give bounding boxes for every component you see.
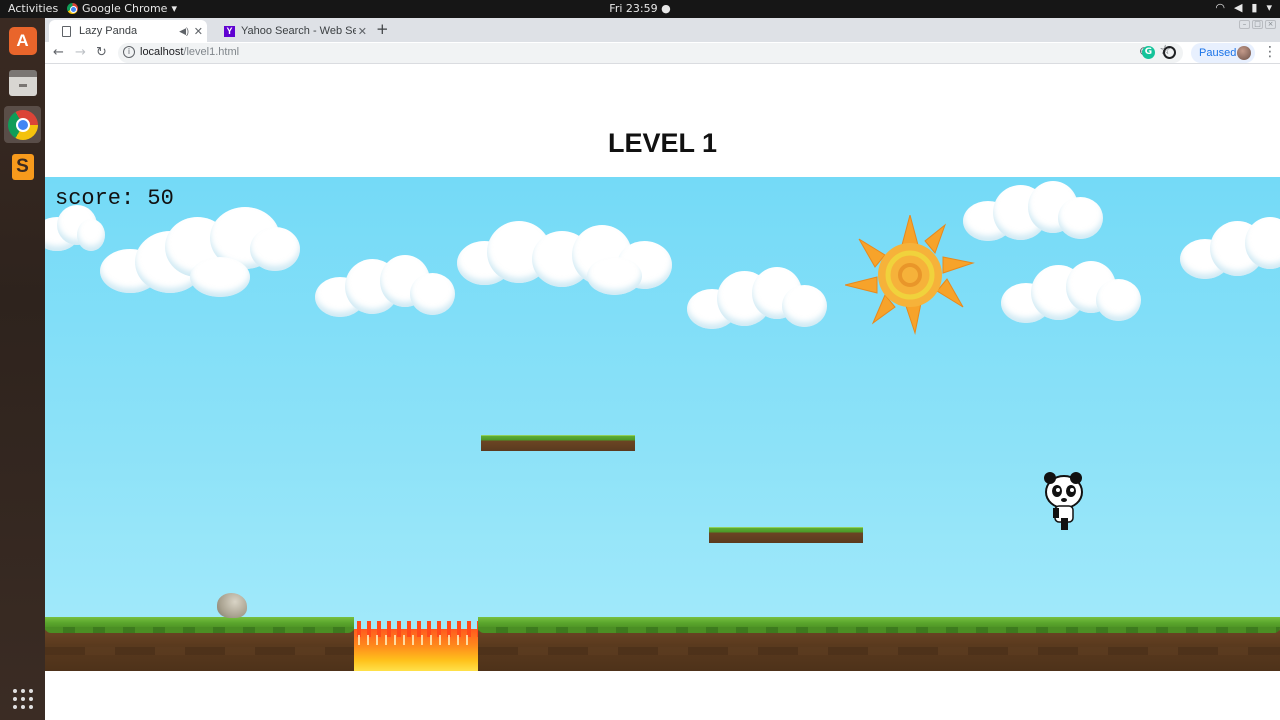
score-display: score: 50 — [55, 186, 174, 211]
page-favicon-icon — [62, 25, 71, 37]
volume-icon: ◀ — [1233, 1, 1243, 14]
game-canvas[interactable]: score: 50 — [45, 177, 1280, 671]
page-title: LEVEL 1 — [607, 128, 718, 158]
minimize-icon[interactable]: – — [1239, 20, 1250, 29]
files-icon — [8, 69, 37, 96]
extension-icon[interactable] — [1163, 46, 1176, 59]
tab-title: Yahoo Search - Web Search — [241, 25, 356, 37]
cloud-sprite — [315, 255, 455, 319]
avatar — [1237, 46, 1251, 60]
maximize-icon[interactable]: □ — [1252, 20, 1263, 29]
profile-paused-label: Paused — [1199, 47, 1237, 59]
chrome-menu-icon[interactable]: ⋮ — [1263, 43, 1277, 61]
files-launcher[interactable] — [4, 64, 41, 101]
cloud-sprite — [687, 267, 827, 331]
grammarly-extension-icon[interactable]: G — [1142, 46, 1155, 59]
yahoo-favicon-icon: Y — [224, 25, 235, 37]
reload-icon[interactable]: ↻ — [96, 44, 107, 62]
close-tab-icon[interactable]: ✕ — [358, 25, 367, 38]
ground-right — [478, 617, 1280, 671]
grass-platform — [481, 435, 635, 451]
ubuntu-software-icon: A — [8, 26, 37, 55]
cloud-sprite — [1001, 261, 1141, 325]
wifi-icon: ◠ — [1215, 1, 1225, 14]
launcher-dock: A S — [0, 18, 45, 720]
new-tab-button[interactable]: + — [376, 20, 389, 38]
show-applications-button[interactable] — [4, 680, 41, 717]
close-window-icon[interactable]: × — [1265, 20, 1276, 29]
ground-left — [45, 617, 354, 671]
sublime-launcher[interactable]: S — [4, 148, 41, 185]
sublime-text-icon: S — [11, 153, 34, 180]
tab-lazy-panda[interactable]: Lazy Panda ◀) ✕ — [49, 20, 207, 42]
site-info-icon[interactable]: i — [123, 46, 135, 58]
fire-pit-hazard — [354, 621, 478, 671]
audio-playing-icon[interactable]: ◀) — [179, 26, 189, 37]
system-top-bar: Activities Google Chrome ▾ Fri 23:59 ● ◠… — [0, 0, 1280, 18]
clock[interactable]: Fri 23:59 ● — [0, 2, 1280, 15]
system-tray[interactable]: ◠ ◀ ▮ ▾ — [1215, 1, 1272, 14]
profile-paused-button[interactable]: Paused — [1191, 43, 1255, 63]
apps-grid-icon — [12, 688, 33, 709]
chrome-icon — [7, 109, 38, 140]
cloud-sprite — [100, 207, 300, 297]
chrome-launcher[interactable] — [4, 106, 41, 143]
grass-platform — [709, 527, 863, 543]
back-arrow-icon[interactable]: ← — [53, 44, 64, 62]
tab-yahoo-search[interactable]: Y Yahoo Search - Web Search ✕ — [211, 20, 371, 42]
rock-obstacle — [217, 593, 247, 618]
panda-player-sprite — [1044, 472, 1083, 530]
page-content: LEVEL 1 score: 50 — [45, 65, 1280, 720]
tab-strip: Lazy Panda ◀) ✕ Y Yahoo Search - Web Sea… — [45, 18, 1280, 42]
cloud-sprite — [1180, 217, 1280, 281]
cloud-sprite — [457, 217, 672, 297]
sun-sprite — [845, 215, 975, 335]
cloud-sprite — [963, 181, 1103, 243]
window-controls: – □ × — [1239, 20, 1276, 29]
forward-arrow-icon[interactable]: → — [75, 44, 86, 62]
close-tab-icon[interactable]: ✕ — [194, 25, 203, 38]
power-icon: ▾ — [1266, 1, 1272, 14]
browser-toolbar: ← → ↻ i localhost/level1.html ⊕ ☆ G Paus… — [45, 42, 1280, 64]
battery-icon: ▮ — [1251, 1, 1258, 14]
address-bar[interactable]: i localhost/level1.html ⊕ ☆ — [118, 43, 1183, 63]
tab-title: Lazy Panda — [79, 25, 138, 37]
ubuntu-software-launcher[interactable]: A — [4, 22, 41, 59]
url-text[interactable]: localhost/level1.html — [140, 46, 239, 58]
